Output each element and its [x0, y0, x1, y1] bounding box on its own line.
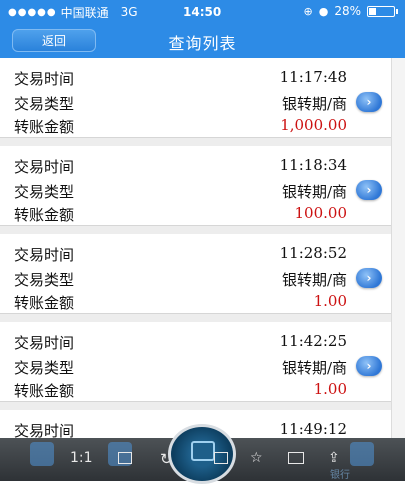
time-value: 11:49:12 — [279, 420, 347, 438]
time-value: 11:17:48 — [279, 68, 347, 86]
grid-icon — [191, 441, 215, 461]
list-item[interactable]: 交易时间 11:18:34 交易类型 银转期/商 › 转账金额 100.00 — [0, 146, 392, 226]
fit-screen-icon[interactable] — [118, 452, 132, 464]
amount-label: 转账金额 — [14, 118, 75, 136]
carrier-name: 中国联通 — [60, 5, 109, 20]
amount-label: 转账金额 — [14, 294, 75, 312]
signal-strength-icon: ●●●●● — [8, 6, 57, 18]
bottom-toolbar: 银行 1:1 ↻ ☆ ⇪ — [0, 424, 405, 484]
amount-value: 100.00 — [294, 204, 348, 222]
amount-value: 1.00 — [313, 292, 347, 310]
type-value: 银转期/商 — [281, 359, 347, 377]
chevron-right-icon[interactable]: › — [356, 92, 382, 112]
divider — [0, 402, 392, 410]
type-label: 交易类型 — [14, 359, 75, 377]
time-label: 交易时间 — [14, 246, 75, 264]
list-item[interactable]: 交易时间 11:28:52 交易类型 银转期/商 › 转账金额 1.00 — [0, 234, 392, 314]
page-title: 查询列表 — [168, 34, 237, 53]
list-item[interactable]: 交易时间 11:42:25 交易类型 银转期/商 › 转账金额 1.00 — [0, 322, 392, 402]
status-right: ⊕ ● 28% — [303, 4, 398, 18]
time-value: 11:18:34 — [279, 156, 347, 174]
type-value: 银转期/商 — [281, 95, 347, 113]
amount-label: 转账金额 — [14, 206, 75, 224]
divider — [0, 138, 392, 146]
divider — [0, 314, 392, 322]
nav-bar: 返回 查询列表 — [0, 24, 405, 58]
amount-value: 1.00 — [313, 380, 347, 398]
battery-percent: 28% — [334, 4, 361, 18]
save-icon[interactable] — [214, 452, 228, 464]
list-item[interactable]: 交易时间 11:17:48 交易类型 银转期/商 › 转账金额 1,000.00 — [0, 58, 392, 138]
carrier-info: ●●●●● 中国联通 3G — [8, 4, 138, 21]
type-label: 交易类型 — [14, 95, 75, 113]
amount-value: 1,000.00 — [280, 116, 347, 134]
zoom-ratio[interactable]: 1:1 — [70, 450, 93, 466]
alarm-icon: ● — [318, 4, 329, 18]
time-value: 11:42:25 — [279, 332, 347, 350]
home-tile-icon — [30, 442, 54, 466]
time-value: 11:28:52 — [279, 244, 347, 262]
lock-rotation-icon: ⊕ — [303, 4, 313, 18]
bank-tile-label: 银行 — [330, 470, 350, 481]
monitor-icon[interactable] — [288, 452, 304, 464]
chevron-right-icon[interactable]: › — [356, 180, 382, 200]
type-value: 银转期/商 — [281, 271, 347, 289]
time-label: 交易时间 — [14, 70, 75, 88]
star-icon[interactable]: ☆ — [250, 450, 263, 466]
scroll-edge — [391, 58, 405, 438]
type-label: 交易类型 — [14, 183, 75, 201]
time-label: 交易时间 — [14, 158, 75, 176]
clock: 14:50 — [183, 5, 222, 19]
battery-icon — [367, 5, 398, 17]
amount-label: 转账金额 — [14, 382, 75, 400]
status-bar: ●●●●● 中国联通 3G 14:50 ⊕ ● 28% — [0, 0, 405, 24]
chevron-right-icon[interactable]: › — [356, 356, 382, 376]
network-type: 3G — [120, 5, 138, 19]
type-label: 交易类型 — [14, 271, 75, 289]
divider — [0, 226, 392, 234]
chevron-right-icon[interactable]: › — [356, 268, 382, 288]
time-label: 交易时间 — [14, 334, 75, 352]
type-value: 银转期/商 — [281, 183, 347, 201]
share-icon[interactable]: ⇪ — [328, 450, 340, 466]
bank-tile-icon — [350, 442, 374, 466]
